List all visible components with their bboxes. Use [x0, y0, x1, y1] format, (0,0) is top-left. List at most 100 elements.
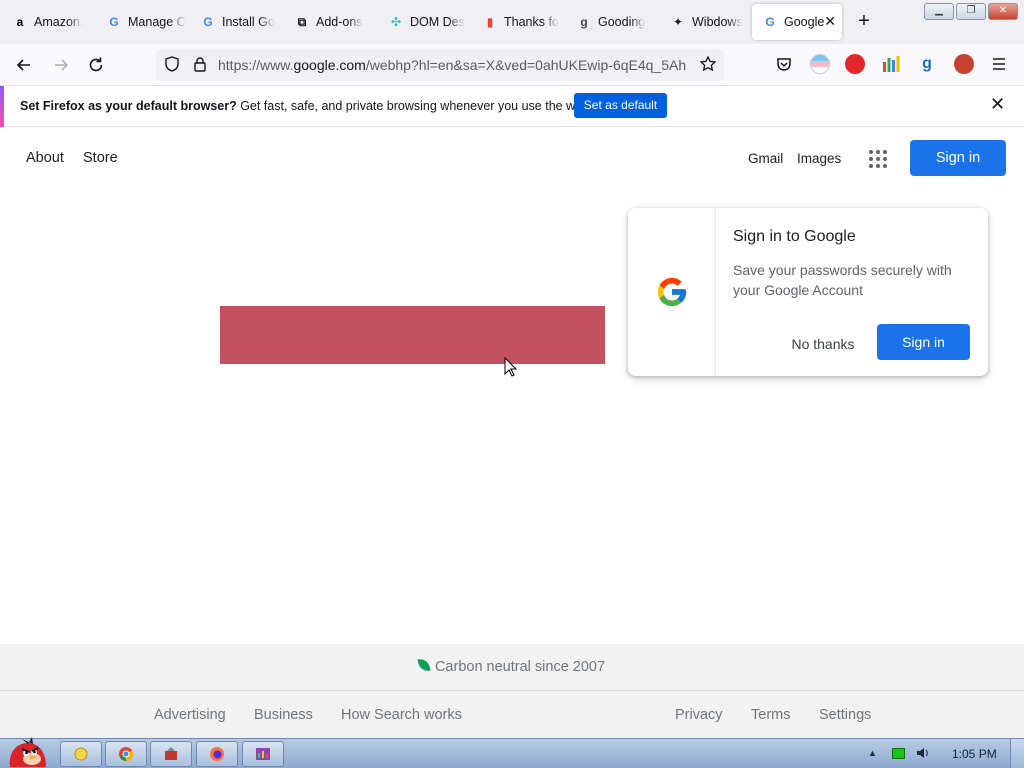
shield-icon[interactable]	[162, 55, 182, 75]
sign-in-button[interactable]: Sign in	[910, 140, 1006, 176]
popup-body: Save your passwords securely with your G…	[733, 262, 952, 298]
popup-sign-in-button[interactable]: Sign in	[877, 324, 970, 360]
no-thanks-button[interactable]: No thanks	[780, 326, 866, 362]
back-arrow-icon	[16, 59, 30, 71]
reload-button[interactable]	[83, 52, 109, 78]
terms-link[interactable]: Terms	[751, 707, 790, 723]
url-path: /webhp?hl=en&sa=X&ved=0ahUKEwip-6qE4q_5A…	[365, 57, 687, 73]
tab-gooding[interactable]: g Gooding	[566, 4, 658, 40]
tab-label: Thanks fo	[504, 15, 559, 29]
notification-message: Set Firefox as your default browser? Get…	[20, 99, 592, 113]
taskbar-explorer-button[interactable]	[60, 741, 102, 767]
taskbar-app-button[interactable]	[150, 741, 192, 767]
extension-flag-icon[interactable]	[810, 54, 830, 74]
google-apps-icon[interactable]	[869, 150, 887, 168]
lock-icon[interactable]	[190, 55, 210, 75]
screen: a Amazon. G Manage C G Install Go ⧉ Add-…	[0, 0, 1024, 768]
extension-g-icon[interactable]: g	[917, 54, 937, 74]
tray-expand-icon[interactable]: ▲	[868, 748, 877, 758]
taskbar: ▲ 1:05 PM	[0, 737, 1024, 768]
window-controls: ▁ ❐ ✕	[924, 3, 1018, 20]
google-g-icon: G	[765, 15, 775, 29]
carbon-neutral-text[interactable]: Carbon neutral since 2007	[0, 656, 1024, 675]
tab-strip: a Amazon. G Manage C G Install Go ⧉ Add-…	[0, 0, 1024, 44]
extension-bar-chart-icon[interactable]	[881, 54, 901, 74]
grammarly-g-icon: g	[580, 15, 588, 29]
tab-label: Wibdows	[692, 15, 743, 29]
folder-icon	[74, 747, 88, 761]
puzzle-icon: ⧉	[297, 14, 307, 29]
tab-addons[interactable]: ⧉ Add-ons	[284, 4, 376, 40]
advertising-link[interactable]: Advertising	[154, 707, 226, 723]
show-desktop-button[interactable]	[1010, 739, 1024, 768]
new-tab-button[interactable]: +	[852, 10, 876, 34]
tab-label: DOM Des	[410, 15, 465, 29]
dom-design-icon: ✣	[390, 15, 402, 29]
battery-icon[interactable]	[892, 748, 905, 759]
tab-label: Amazon.	[34, 15, 84, 29]
menu-hamburger-icon[interactable]	[989, 54, 1009, 74]
bar-chart-icon: ▮	[486, 15, 494, 29]
settings-link[interactable]: Settings	[819, 707, 871, 723]
bookmark-star-icon[interactable]	[698, 55, 718, 75]
gmail-link[interactable]: Gmail	[748, 151, 783, 166]
minimize-button[interactable]: ▁	[924, 3, 954, 20]
sign-in-popup: Sign in to Google Save your passwords se…	[628, 208, 988, 376]
volume-icon[interactable]	[915, 745, 931, 764]
notification-bold: Set Firefox as your default browser?	[20, 99, 237, 113]
back-button[interactable]	[11, 52, 37, 78]
red-placeholder-block	[220, 306, 605, 364]
notification-accent	[0, 86, 4, 127]
about-link[interactable]: About	[26, 150, 64, 166]
google-g-icon: G	[203, 15, 213, 29]
tab-wibdows[interactable]: ✦ Wibdows	[660, 4, 750, 40]
forward-button[interactable]	[48, 52, 74, 78]
navigation-toolbar: https://www.google.com/webhp?hl=en&sa=X&…	[0, 44, 1024, 86]
images-link[interactable]: Images	[797, 151, 841, 166]
address-bar[interactable]: https://www.google.com/webhp?hl=en&sa=X&…	[156, 49, 724, 81]
amazon-icon: a	[16, 15, 24, 29]
google-footer: Carbon neutral since 2007 Advertising Bu…	[0, 644, 1024, 738]
privacy-link[interactable]: Privacy	[675, 707, 723, 723]
taskbar-firefox-button[interactable]	[196, 741, 238, 767]
mouse-cursor-icon	[504, 356, 518, 382]
google-page: About Store Gmail Images Sign in Sign in…	[0, 128, 1024, 738]
chrome-icon	[119, 747, 134, 762]
how-search-works-link[interactable]: How Search works	[341, 707, 462, 723]
tab-install[interactable]: G Install Go	[190, 4, 282, 40]
close-icon[interactable]: ✕	[990, 94, 1005, 115]
store-link[interactable]: Store	[83, 150, 118, 166]
tab-dom-design[interactable]: ✣ DOM Des	[378, 4, 470, 40]
extension-red-icon[interactable]	[845, 54, 865, 74]
google-logo-icon	[657, 277, 687, 307]
tab-label: Google	[784, 15, 825, 29]
tab-label: Manage C	[128, 15, 186, 29]
extension-ball-icon[interactable]	[954, 54, 974, 74]
close-icon[interactable]: ✕	[824, 13, 836, 30]
set-default-button[interactable]: Set as default	[574, 93, 667, 118]
popup-title: Sign in to Google	[733, 228, 856, 245]
notification-text: Get fast, safe, and private browsing whe…	[236, 99, 593, 113]
popup-logo-area	[628, 208, 716, 376]
start-button-angry-bird-icon[interactable]	[2, 731, 50, 768]
url-text[interactable]: https://www.google.com/webhp?hl=en&sa=X&…	[218, 57, 688, 73]
business-link[interactable]: Business	[254, 707, 313, 723]
forward-arrow-icon	[55, 59, 69, 71]
tab-google-active[interactable]: G Google ✕	[752, 4, 842, 40]
url-prefix: https://www.	[218, 57, 294, 73]
pocket-icon[interactable]	[774, 54, 794, 74]
footer-divider	[0, 690, 1024, 691]
restore-button[interactable]: ❐	[956, 3, 986, 20]
tab-thanks[interactable]: ▮ Thanks fo	[472, 4, 564, 40]
firefox-icon	[210, 747, 224, 761]
tab-manage[interactable]: G Manage C	[96, 4, 188, 40]
close-window-button[interactable]: ✕	[988, 3, 1018, 20]
taskbar-chrome-button[interactable]	[105, 741, 147, 767]
leaf-icon	[417, 656, 431, 674]
carbon-label: Carbon neutral since 2007	[434, 659, 606, 675]
taskbar-clock[interactable]: 1:05 PM	[952, 747, 997, 761]
url-host: google.com	[293, 57, 366, 73]
taskbar-chart-app-button[interactable]	[242, 741, 284, 767]
tab-amazon[interactable]: a Amazon.	[2, 4, 94, 40]
tab-label: Add-ons	[316, 15, 363, 29]
